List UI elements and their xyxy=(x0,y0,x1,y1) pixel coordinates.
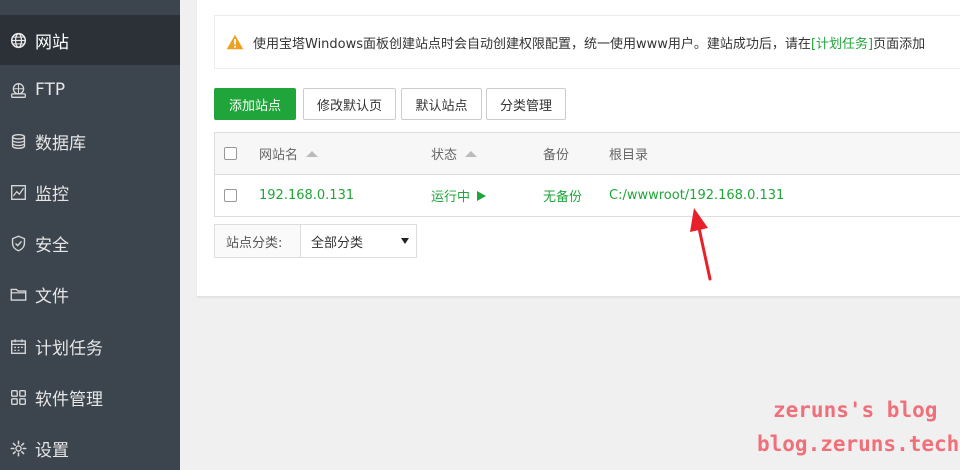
edit-default-page-button[interactable]: 修改默认页 xyxy=(303,88,396,120)
sidebar-item-database[interactable]: 数据库 xyxy=(0,116,180,166)
table-header: 网站名 状态 备份 根目录 xyxy=(215,133,960,175)
sidebar-item-label: 监控 xyxy=(35,184,69,205)
gear-icon xyxy=(0,423,34,470)
shield-icon xyxy=(0,218,34,268)
monitor-chart-icon xyxy=(0,167,34,217)
chevron-down-icon xyxy=(401,238,409,244)
sidebar-item-label: 计划任务 xyxy=(35,338,103,359)
notice-banner: 使用宝塔Windows面板创建站点时会自动创建权限配置，统一使用www用户。建站… xyxy=(214,15,960,69)
ftp-server-icon xyxy=(0,65,34,115)
category-manage-button[interactable]: 分类管理 xyxy=(486,88,566,120)
sidebar-item-settings[interactable]: 设置 xyxy=(0,423,180,470)
site-root-path-link[interactable]: C:/wwwroot/192.168.0.131 xyxy=(609,175,784,216)
sidebar-item-security[interactable]: 安全 xyxy=(0,218,180,268)
warning-icon xyxy=(226,34,244,50)
main-panel: 使用宝塔Windows面板创建站点时会自动创建权限配置，统一使用www用户。建站… xyxy=(197,0,960,297)
sidebar-item-monitor[interactable]: 监控 xyxy=(0,167,180,217)
add-site-button[interactable]: 添加站点 xyxy=(214,88,296,120)
header-label: 网站名 xyxy=(259,148,299,163)
sort-up-icon xyxy=(306,150,319,157)
sidebar-item-label: 文件 xyxy=(35,286,69,307)
sidebar-item-website[interactable]: 网站 xyxy=(0,15,180,65)
cron-task-link[interactable]: [计划任务] xyxy=(811,33,873,52)
play-icon xyxy=(477,190,487,201)
site-table: 网站名 状态 备份 根目录 192.168.0.131 运行中 无备份 C:/w… xyxy=(214,132,960,217)
default-site-button[interactable]: 默认站点 xyxy=(401,88,482,120)
category-select[interactable]: 全部分类 xyxy=(301,225,416,257)
sidebar-item-label: 安全 xyxy=(35,235,69,256)
database-icon xyxy=(0,116,34,166)
sidebar-item-ftp[interactable]: FTP xyxy=(0,65,180,115)
sidebar-item-files[interactable]: 文件 xyxy=(0,269,180,319)
select-all-checkbox[interactable] xyxy=(224,133,237,174)
sidebar-item-software[interactable]: 软件管理 xyxy=(0,372,180,422)
row-checkbox[interactable] xyxy=(224,175,237,216)
globe-icon xyxy=(0,15,34,65)
column-header-name[interactable]: 网站名 xyxy=(259,133,319,174)
sidebar-item-label: 数据库 xyxy=(35,133,86,154)
column-header-root: 根目录 xyxy=(609,148,649,163)
apps-grid-icon xyxy=(0,372,34,422)
column-header-backup: 备份 xyxy=(543,148,570,163)
calendar-icon xyxy=(0,321,34,371)
site-name-link[interactable]: 192.168.0.131 xyxy=(259,175,354,216)
notice-text: 使用宝塔Windows面板创建站点时会自动创建权限配置，统一使用www用户。建站… xyxy=(253,36,811,52)
sidebar-item-label: 网站 xyxy=(35,32,69,53)
sidebar-item-label: FTP xyxy=(35,80,66,100)
selected-category: 全部分类 xyxy=(311,235,364,251)
watermark-line1: zeruns's blog xyxy=(773,398,938,422)
site-status-toggle[interactable]: 运行中 xyxy=(431,175,487,216)
column-header-status[interactable]: 状态 xyxy=(431,133,478,174)
sidebar-item-label: 软件管理 xyxy=(35,389,103,410)
site-category-filter: 站点分类: 全部分类 xyxy=(214,224,417,258)
site-backup-link[interactable]: 无备份 xyxy=(543,175,582,216)
status-label: 运行中 xyxy=(431,190,471,205)
watermark-line2: blog.zeruns.tech xyxy=(757,432,960,456)
sidebar-item-label: 设置 xyxy=(35,440,69,461)
sort-up-icon xyxy=(465,150,478,157)
sidebar: 网站 FTP 数据库 监控 安全 文件 计划任务 软件管理 设置 xyxy=(0,0,180,470)
folder-icon xyxy=(0,269,34,319)
notice-text-tail: 页面添加 xyxy=(873,36,926,52)
table-row: 192.168.0.131 运行中 无备份 C:/wwwroot/192.168… xyxy=(215,175,960,216)
sidebar-item-cron[interactable]: 计划任务 xyxy=(0,321,180,371)
filter-label: 站点分类: xyxy=(215,225,301,257)
header-label: 状态 xyxy=(431,148,458,163)
